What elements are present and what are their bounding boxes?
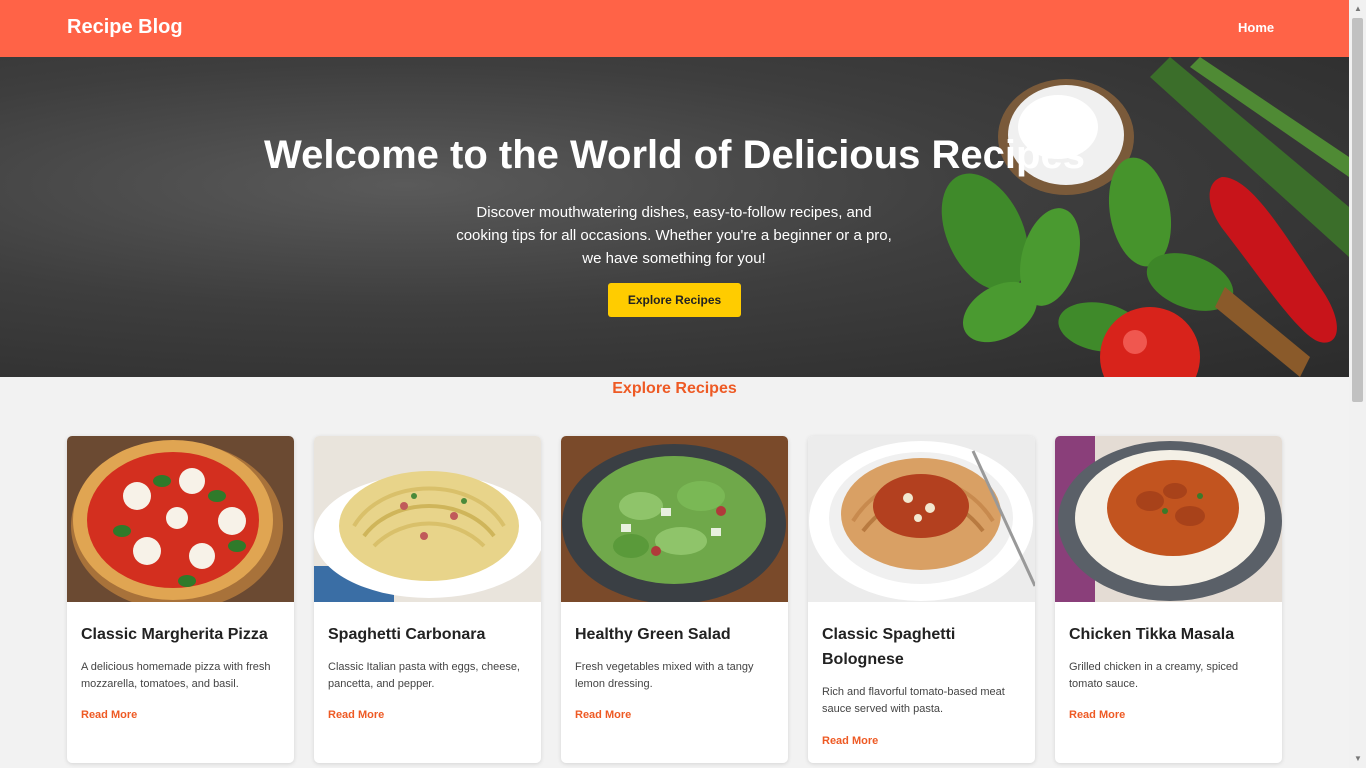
scroll-up-arrow-icon[interactable]: ▲: [1354, 4, 1362, 13]
read-more-link[interactable]: Read More: [81, 709, 137, 721]
hero-subtitle: Discover mouthwatering dishes, easy-to-f…: [456, 204, 892, 267]
recipe-image-margherita-pizza[interactable]: [67, 436, 294, 602]
recipe-title: Classic Margherita Pizza: [81, 626, 268, 643]
recipe-card: Healthy Green Salad Fresh vegetables mix…: [561, 436, 788, 763]
recipe-description: Fresh vegetables mixed with a tangy lemo…: [575, 661, 754, 690]
scrollbar-thumb[interactable]: [1352, 18, 1363, 402]
recipe-card: Spaghetti Carbonara Classic Italian past…: [314, 436, 541, 763]
read-more-link[interactable]: Read More: [575, 709, 631, 721]
recipe-card: Chicken Tikka Masala Grilled chicken in …: [1055, 436, 1282, 763]
recipe-description: A delicious homemade pizza with fresh mo…: [81, 661, 271, 690]
recipe-image-spaghetti-carbonara[interactable]: [314, 436, 541, 602]
section-title: Explore Recipes: [612, 380, 737, 397]
recipe-title: Classic Spaghetti Bolognese: [822, 626, 956, 668]
explore-recipes-button[interactable]: Explore Recipes: [608, 283, 741, 317]
hero-title: Welcome to the World of Delicious Recipe…: [264, 133, 1085, 177]
brand-logo[interactable]: Recipe Blog: [67, 16, 183, 39]
recipe-title: Healthy Green Salad: [575, 626, 731, 643]
page-scrollbar[interactable]: ▲ ▼: [1349, 0, 1366, 768]
recipe-image-chicken-tikka-masala[interactable]: [1055, 436, 1282, 602]
recipe-description: Rich and flavorful tomato-based meat sau…: [822, 686, 1005, 715]
recipe-image-green-salad[interactable]: [561, 436, 788, 602]
read-more-link[interactable]: Read More: [328, 709, 384, 721]
read-more-link[interactable]: Read More: [1069, 709, 1125, 721]
recipe-title: Chicken Tikka Masala: [1069, 626, 1235, 643]
scroll-down-arrow-icon[interactable]: ▼: [1354, 754, 1362, 763]
recipe-title: Spaghetti Carbonara: [328, 626, 486, 643]
recipe-card: Classic Spaghetti Bolognese Rich and fla…: [808, 436, 1035, 763]
nav-home-link[interactable]: Home: [1238, 20, 1274, 35]
navbar: Recipe Blog Home: [0, 0, 1349, 57]
recipe-card: Classic Margherita Pizza A delicious hom…: [67, 436, 294, 763]
recipe-description: Classic Italian pasta with eggs, cheese,…: [328, 661, 520, 690]
read-more-link[interactable]: Read More: [822, 735, 878, 747]
hero-banner: Welcome to the World of Delicious Recipe…: [0, 57, 1349, 377]
recipe-image-spaghetti-bolognese[interactable]: [808, 436, 1035, 602]
recipe-description: Grilled chicken in a creamy, spiced toma…: [1069, 661, 1239, 690]
